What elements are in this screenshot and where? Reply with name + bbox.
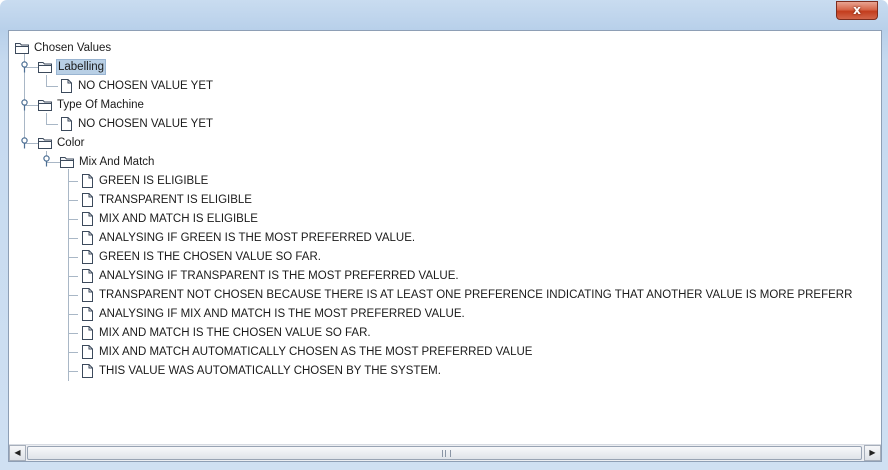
tree-node-label: NO CHOSEN VALUE YET [78,118,214,130]
document-icon [79,212,95,226]
tree-line [68,200,78,201]
tree-node-label: TRANSPARENT NOT CHOSEN BECAUSE THERE IS … [99,289,853,301]
document-icon [79,174,95,188]
tree-leaf-node[interactable]: GREEN IS THE CHOSEN VALUE SO FAR. [79,248,322,266]
title-bar: x [0,0,888,30]
tree-node-label: Type Of Machine [57,99,144,111]
horizontal-scrollbar[interactable]: ◀ ▶ [9,444,881,461]
document-icon [79,288,95,302]
folder-icon [37,60,53,74]
folder-icon [59,155,75,169]
folder-icon [37,136,53,150]
tree-line [68,352,78,353]
tree-line [46,113,47,124]
tree-node-label: ANALYSING IF MIX AND MATCH IS THE MOST P… [99,308,465,320]
expanded-toggle-icon[interactable] [20,137,29,149]
tree-line [68,219,78,220]
tree-leaf-node[interactable]: MIX AND MATCH AUTOMATICALLY CHOSEN AS TH… [79,343,533,361]
expanded-toggle-icon[interactable] [20,99,29,111]
tree-node-label: GREEN IS ELIGIBLE [99,175,209,187]
document-icon [79,307,95,321]
tree-leaf-node[interactable]: TRANSPARENT NOT CHOSEN BECAUSE THERE IS … [79,286,853,304]
folder-icon [37,98,53,112]
tree-leaf-node[interactable]: GREEN IS ELIGIBLE [79,172,209,190]
tree-node-labelling[interactable]: Labelling [37,58,107,76]
tree-line [68,314,78,315]
arrow-left-icon: ◀ [14,448,21,457]
tree-leaf-node[interactable]: ANALYSING IF MIX AND MATCH IS THE MOST P… [79,305,466,323]
tree-leaf-node[interactable]: ANALYSING IF GREEN IS THE MOST PREFERRED… [79,229,416,247]
tree-node-label: Chosen Values [34,42,112,54]
document-icon [79,269,95,283]
tree-node-label: Labelling [56,59,107,75]
grip-icon [441,450,451,457]
tree-line [68,276,78,277]
tree-root-node[interactable]: Chosen Values [14,39,112,57]
tree-node-label: THIS VALUE WAS AUTOMATICALLY CHOSEN BY T… [99,365,441,377]
tree-node-label: MIX AND MATCH IS ELIGIBLE [99,213,258,225]
tree-leaf-node[interactable]: THIS VALUE WAS AUTOMATICALLY CHOSEN BY T… [79,362,442,380]
expanded-toggle-icon[interactable] [42,155,51,167]
folder-icon [14,41,30,55]
scrollbar-thumb[interactable] [27,446,862,460]
document-icon [79,326,95,340]
tree-node-label: ANALYSING IF TRANSPARENT IS THE MOST PRE… [99,270,459,282]
document-icon [79,345,95,359]
tree-line [68,371,78,372]
tree-line [46,124,58,125]
tree-line [68,238,78,239]
document-icon [79,193,95,207]
tree-line [46,86,58,87]
tree-leaf-node[interactable]: NO CHOSEN VALUE YET [58,77,214,95]
tree-node-label: Color [57,137,85,149]
tree-leaf-node[interactable]: MIX AND MATCH IS THE CHOSEN VALUE SO FAR… [79,324,372,342]
tree-leaf-node[interactable]: MIX AND MATCH IS ELIGIBLE [79,210,259,228]
document-icon [79,364,95,378]
tree-node-label: MIX AND MATCH IS THE CHOSEN VALUE SO FAR… [99,327,371,339]
tree-node-label: ANALYSING IF GREEN IS THE MOST PREFERRED… [99,232,416,244]
expanded-toggle-icon[interactable] [20,61,29,73]
document-icon [79,231,95,245]
tree-panel: Chosen Values Labelling NO CHOSEN VALUE … [8,30,882,462]
tree-node-mix-and-match[interactable]: Mix And Match [59,153,155,171]
tree-leaf-node[interactable]: TRANSPARENT IS ELIGIBLE [79,191,253,209]
document-icon [58,79,74,93]
tree-node-label: TRANSPARENT IS ELIGIBLE [99,194,252,206]
scroll-left-button[interactable]: ◀ [9,445,26,461]
arrow-right-icon: ▶ [869,448,876,457]
tree-line [68,295,78,296]
close-icon: x [853,3,861,17]
tree-node-color[interactable]: Color [37,134,85,152]
close-button[interactable]: x [836,1,878,20]
chosen-values-tree[interactable]: Chosen Values Labelling NO CHOSEN VALUE … [9,31,881,444]
tree-node-type-of-machine[interactable]: Type Of Machine [37,96,145,114]
document-icon [58,117,74,131]
tree-line [68,181,78,182]
tree-line [46,75,47,86]
scroll-right-button[interactable]: ▶ [864,445,881,461]
tree-leaf-node[interactable]: ANALYSING IF TRANSPARENT IS THE MOST PRE… [79,267,460,285]
tree-node-label: NO CHOSEN VALUE YET [78,80,214,92]
tree-line [68,333,78,334]
tree-leaf-node[interactable]: NO CHOSEN VALUE YET [58,115,214,133]
tree-line [68,257,78,258]
document-icon [79,250,95,264]
tree-node-label: GREEN IS THE CHOSEN VALUE SO FAR. [99,251,321,263]
application-window: x Chosen Values Labelling NO CHOSEN VALU… [0,0,888,470]
tree-node-label: MIX AND MATCH AUTOMATICALLY CHOSEN AS TH… [99,346,533,358]
tree-node-label: Mix And Match [79,156,155,168]
